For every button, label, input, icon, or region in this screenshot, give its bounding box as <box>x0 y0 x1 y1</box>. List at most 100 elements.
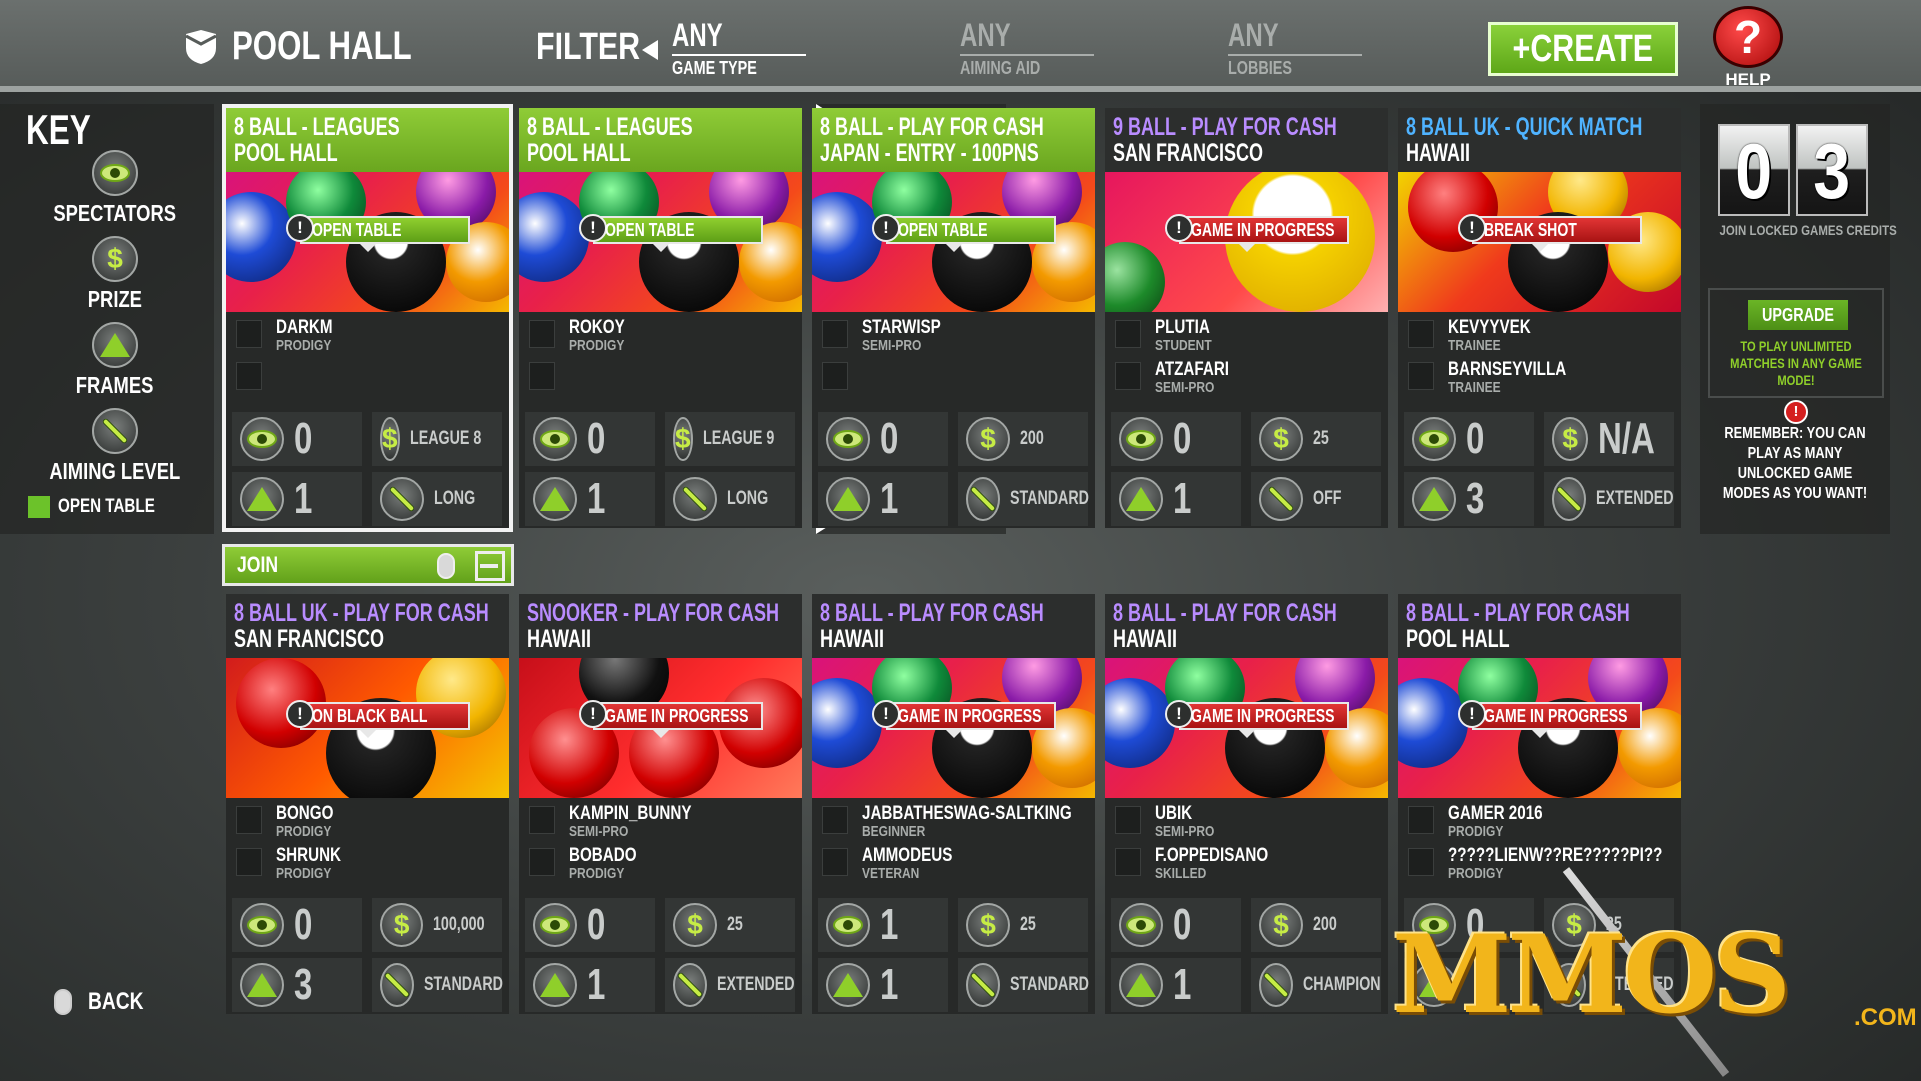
player-name: UBIK <box>1155 803 1193 824</box>
stat-eye: 0 <box>525 412 655 466</box>
key-title: KEY <box>26 106 91 153</box>
player-name: SHRUNK <box>276 845 342 866</box>
player-list: PLUTIA STUDENT ATZAFARI SEMI-PRO <box>1105 312 1388 408</box>
stat-value: 0 <box>1173 414 1192 463</box>
stat-value: 100,000 <box>433 914 485 935</box>
player-avatar <box>529 362 555 390</box>
stat-value: EXTENDED <box>717 974 795 995</box>
player-avatar <box>1408 362 1434 390</box>
dollar-icon: $ <box>380 417 400 461</box>
stat-value: 3 <box>1466 474 1485 523</box>
lobby-card[interactable]: 9 BALL - PLAY FOR CASH SAN FRANCISCO! GAME… <box>1105 108 1388 528</box>
player-avatar <box>529 848 555 876</box>
key-label: PRIZE <box>87 286 143 312</box>
watermark-logo: MMOS .COM <box>1392 867 1917 1077</box>
player-rank: PRODIGY <box>569 337 625 354</box>
stat-cue: LONG <box>665 472 795 526</box>
stat-eye: 0 <box>1404 412 1534 466</box>
player-slot: BARNSEYVILLA TRAINEE <box>1408 360 1671 402</box>
status-badge: ! GAME IN PROGRESS <box>579 700 763 730</box>
game-mode: 8 BALL - LEAGUES <box>527 113 693 141</box>
alert-icon: ! <box>579 700 607 728</box>
card-stats: 0 $200 1 CHAMPION <box>1111 898 1382 1012</box>
status-text: OPEN TABLE <box>605 219 695 240</box>
game-mode: 8 BALL - PLAY FOR CASH <box>1113 599 1337 627</box>
lobby-card[interactable]: SNOOKER - PLAY FOR CASH HAWAII! GAME IN PR… <box>519 594 802 1014</box>
player-slot: KEVYYVEK TRAINEE <box>1408 318 1671 360</box>
lobby-card[interactable]: 8 BALL - LEAGUES POOL HALL! OPEN TABLE ROKO… <box>519 108 802 528</box>
stat-eye: 1 <box>818 898 948 952</box>
player-avatar <box>529 806 555 834</box>
player-slot: KAMPIN_BUNNY SEMI-PRO <box>529 804 792 846</box>
lobby-card[interactable]: 8 BALL - PLAY FOR CASH HAWAII! GAME IN PRO… <box>812 594 1095 1014</box>
player-list: BONGO PRODIGY SHRUNK PRODIGY <box>226 798 509 894</box>
player-name: JABBATHESWAG-SALTKING <box>862 803 1072 824</box>
triangle-icon <box>533 963 577 1007</box>
cue-icon <box>380 963 414 1007</box>
filter-prev-arrow[interactable] <box>642 40 658 60</box>
stat-value: 1 <box>880 960 899 1009</box>
player-avatar <box>1408 848 1434 876</box>
player-slot: ROKOY PRODIGY <box>529 318 792 360</box>
stat-value: 25 <box>1313 428 1329 449</box>
triangle-icon <box>1119 477 1163 521</box>
filter-caption: LOBBIES <box>1228 58 1293 78</box>
card-header: 8 BALL UK - QUICK MATCH HAWAII <box>1398 108 1681 172</box>
lobby-card[interactable]: 8 BALL - PLAY FOR CASH JAPAN - ENTRY - 10… <box>812 108 1095 528</box>
stat-value: STANDARD <box>1010 974 1089 995</box>
game-mode: 8 BALL - PLAY FOR CASH <box>1406 599 1630 627</box>
player-rank: SEMI-PRO <box>1155 823 1215 840</box>
credits-counter: 0 3 <box>1718 124 1868 216</box>
player-slot: PLUTIA STUDENT <box>1115 318 1378 360</box>
stat-eye: 0 <box>232 412 362 466</box>
upgrade-button[interactable]: UPGRADE <box>1748 300 1848 330</box>
lobby-card[interactable]: 8 BALL UK - PLAY FOR CASH SAN FRANCISCO! O… <box>226 594 509 1014</box>
status-badge: ! OPEN TABLE <box>286 214 470 244</box>
stat-value: 25 <box>1020 914 1036 935</box>
card-header: 8 BALL - PLAY FOR CASH HAWAII <box>812 594 1095 658</box>
stat-cue: STANDARD <box>958 958 1089 1012</box>
player-avatar <box>1115 320 1141 348</box>
remember-text-content: REMEMBER: YOU CAN PLAY AS MANY UNLOCKED … <box>1722 425 1868 502</box>
filter-lobbies[interactable]: ANY LOBBIES <box>1228 18 1362 79</box>
player-avatar <box>822 320 848 348</box>
status-badge: ! OPEN TABLE <box>579 214 763 244</box>
player-rank: PRODIGY <box>276 865 332 882</box>
stat-dollar: $ N/A <box>1544 412 1674 466</box>
card-header: 8 BALL - LEAGUES POOL HALL <box>226 108 509 172</box>
join-label: JOIN <box>237 552 279 577</box>
upgrade-box: UPGRADE TO PLAY UNLIMITED MATCHES IN ANY… <box>1708 288 1884 398</box>
player-slot: BONGO PRODIGY <box>236 804 499 846</box>
eye-icon <box>826 417 870 461</box>
player-rank: SEMI-PRO <box>862 337 922 354</box>
lobby-card[interactable]: 8 BALL UK - QUICK MATCH HAWAII! BREAK SHOT… <box>1398 108 1681 528</box>
back-button[interactable]: BACK <box>54 988 157 1016</box>
filter-aiming-aid[interactable]: ANY AIMING AID <box>960 18 1094 79</box>
upgrade-text-content: TO PLAY UNLIMITED MATCHES IN ANY GAME MO… <box>1730 338 1862 388</box>
player-rank: VETERAN <box>862 865 920 882</box>
help-button[interactable]: ? HELP <box>1710 6 1786 90</box>
player-rank: BEGINNER <box>862 823 926 840</box>
status-pointer <box>1237 242 1257 252</box>
dollar-icon: $ <box>966 903 1010 947</box>
player-rank: SEMI-PRO <box>569 823 629 840</box>
brand: POOL HALL <box>182 24 462 69</box>
join-button[interactable]: JOIN <box>222 544 514 586</box>
lobby-card[interactable]: 8 BALL - LEAGUES POOL HALL! OPEN TABLE DARK… <box>222 104 513 532</box>
stat-value: 25 <box>727 914 743 935</box>
filter-game-type[interactable]: ANY GAME TYPE <box>672 18 806 79</box>
digit-value: 3 <box>1813 127 1851 215</box>
lobby-card[interactable]: 8 BALL - PLAY FOR CASH HAWAII! GAME IN PRO… <box>1105 594 1388 1014</box>
stat-eye: 0 <box>818 412 948 466</box>
triangle-icon <box>240 477 284 521</box>
status-text: GAME IN PROGRESS <box>1191 705 1335 726</box>
cue-icon <box>966 477 1000 521</box>
player-rank: PRODIGY <box>1448 865 1504 882</box>
player-name: KEVYYVEK <box>1448 317 1531 338</box>
mouse-icon <box>437 553 455 579</box>
status-badge: ! ON BLACK BALL <box>286 700 470 730</box>
filter-caption: AIMING AID <box>960 58 1041 78</box>
stat-value: 0 <box>587 414 606 463</box>
player-rank: TRAINEE <box>1448 379 1501 396</box>
create-button[interactable]: +CREATE <box>1488 22 1678 76</box>
